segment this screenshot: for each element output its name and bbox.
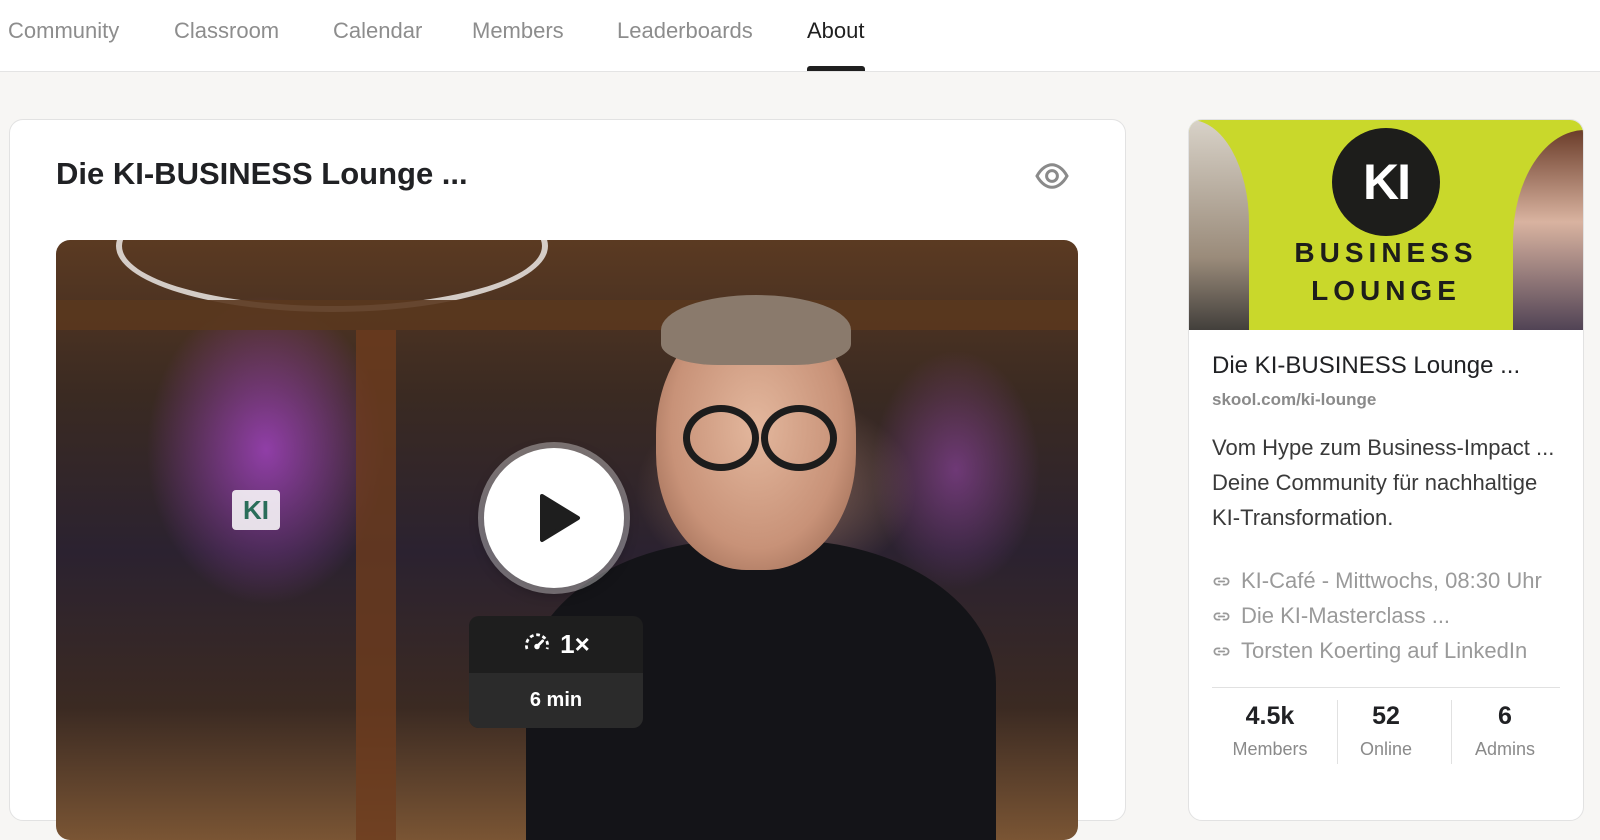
group-url[interactable]: skool.com/ki-lounge <box>1212 390 1376 410</box>
intro-video[interactable]: KI 1× 6 min <box>56 240 1078 840</box>
stat-admins[interactable]: 6 Admins <box>1447 698 1563 764</box>
playback-speed-icon <box>525 633 550 650</box>
eye-icon[interactable] <box>1034 158 1070 194</box>
ki-logo: KI <box>1332 128 1440 236</box>
stat-label: Online <box>1359 739 1413 759</box>
stat-value: 52 <box>1372 702 1400 730</box>
tab-label: Classroom <box>174 18 280 43</box>
stats-divider <box>1212 687 1560 688</box>
link-label: Torsten Koerting auf LinkedIn <box>1241 638 1528 663</box>
tab-about[interactable]: About <box>807 0 865 71</box>
stat-label: Admins <box>1474 739 1536 759</box>
stat-value: 6 <box>1498 702 1512 730</box>
play-icon <box>540 494 580 542</box>
link-label: KI-Café - Mittwochs, 08:30 Uhr <box>1241 568 1542 593</box>
tab-community[interactable]: Community <box>8 0 119 71</box>
video-scene <box>56 300 1078 330</box>
link-icon <box>1213 646 1230 656</box>
page-title: Die KI-BUSINESS Lounge ... <box>56 156 468 191</box>
top-navigation: Community Classroom Calendar Members Lea… <box>0 0 1600 72</box>
link-label: Die KI-Masterclass ... <box>1241 603 1451 628</box>
group-title: Die KI-BUSINESS Lounge ... <box>1212 352 1521 379</box>
stat-label: Members <box>1232 739 1308 759</box>
tab-calendar[interactable]: Calendar <box>333 0 422 71</box>
group-description: Vom Hype zum Business-Impact ... Deine C… <box>1212 435 1555 530</box>
playback-controls[interactable]: 1× 6 min <box>469 616 643 728</box>
group-banner: KI BUSINESS LOUNGE <box>1189 120 1583 330</box>
banner-line-lounge: LOUNGE <box>1311 275 1461 306</box>
video-duration: 6 min <box>469 673 643 728</box>
tab-label: Members <box>472 18 564 43</box>
about-card: Die KI-BUSINESS Lounge ... KI 1× 6 min <box>9 119 1126 840</box>
playback-speed-value: 1× <box>560 628 590 659</box>
link-icon <box>1213 576 1230 586</box>
video-person <box>661 295 851 365</box>
group-info-card: KI BUSINESS LOUNGE Die KI-BUSINESS Loung… <box>1188 119 1584 821</box>
video-person <box>683 405 759 471</box>
banner-line-business: BUSINESS <box>1294 237 1478 268</box>
active-tab-indicator <box>807 66 865 71</box>
link-ki-cafe[interactable]: KI-Café - Mittwochs, 08:30 Uhr <box>1212 566 1542 596</box>
link-ki-masterclass[interactable]: Die KI-Masterclass ... <box>1212 601 1450 631</box>
tab-leaderboards[interactable]: Leaderboards <box>617 0 753 71</box>
tab-label: Leaderboards <box>617 18 753 43</box>
tab-members[interactable]: Members <box>472 0 564 71</box>
video-person <box>761 405 837 471</box>
tab-classroom[interactable]: Classroom <box>174 0 279 71</box>
stat-members[interactable]: 4.5k Members <box>1212 698 1328 764</box>
video-scene <box>356 330 396 840</box>
playback-speed-button[interactable]: 1× <box>469 616 643 672</box>
link-icon <box>1213 611 1230 621</box>
tab-label: About <box>807 18 865 43</box>
stat-online[interactable]: 52 Online <box>1328 698 1444 764</box>
video-logo: KI <box>232 490 280 530</box>
play-button[interactable] <box>484 448 624 588</box>
tab-label: Community <box>8 18 120 43</box>
stat-value: 4.5k <box>1245 702 1295 730</box>
tab-label: Calendar <box>333 18 423 43</box>
link-linkedin[interactable]: Torsten Koerting auf LinkedIn <box>1212 636 1527 666</box>
